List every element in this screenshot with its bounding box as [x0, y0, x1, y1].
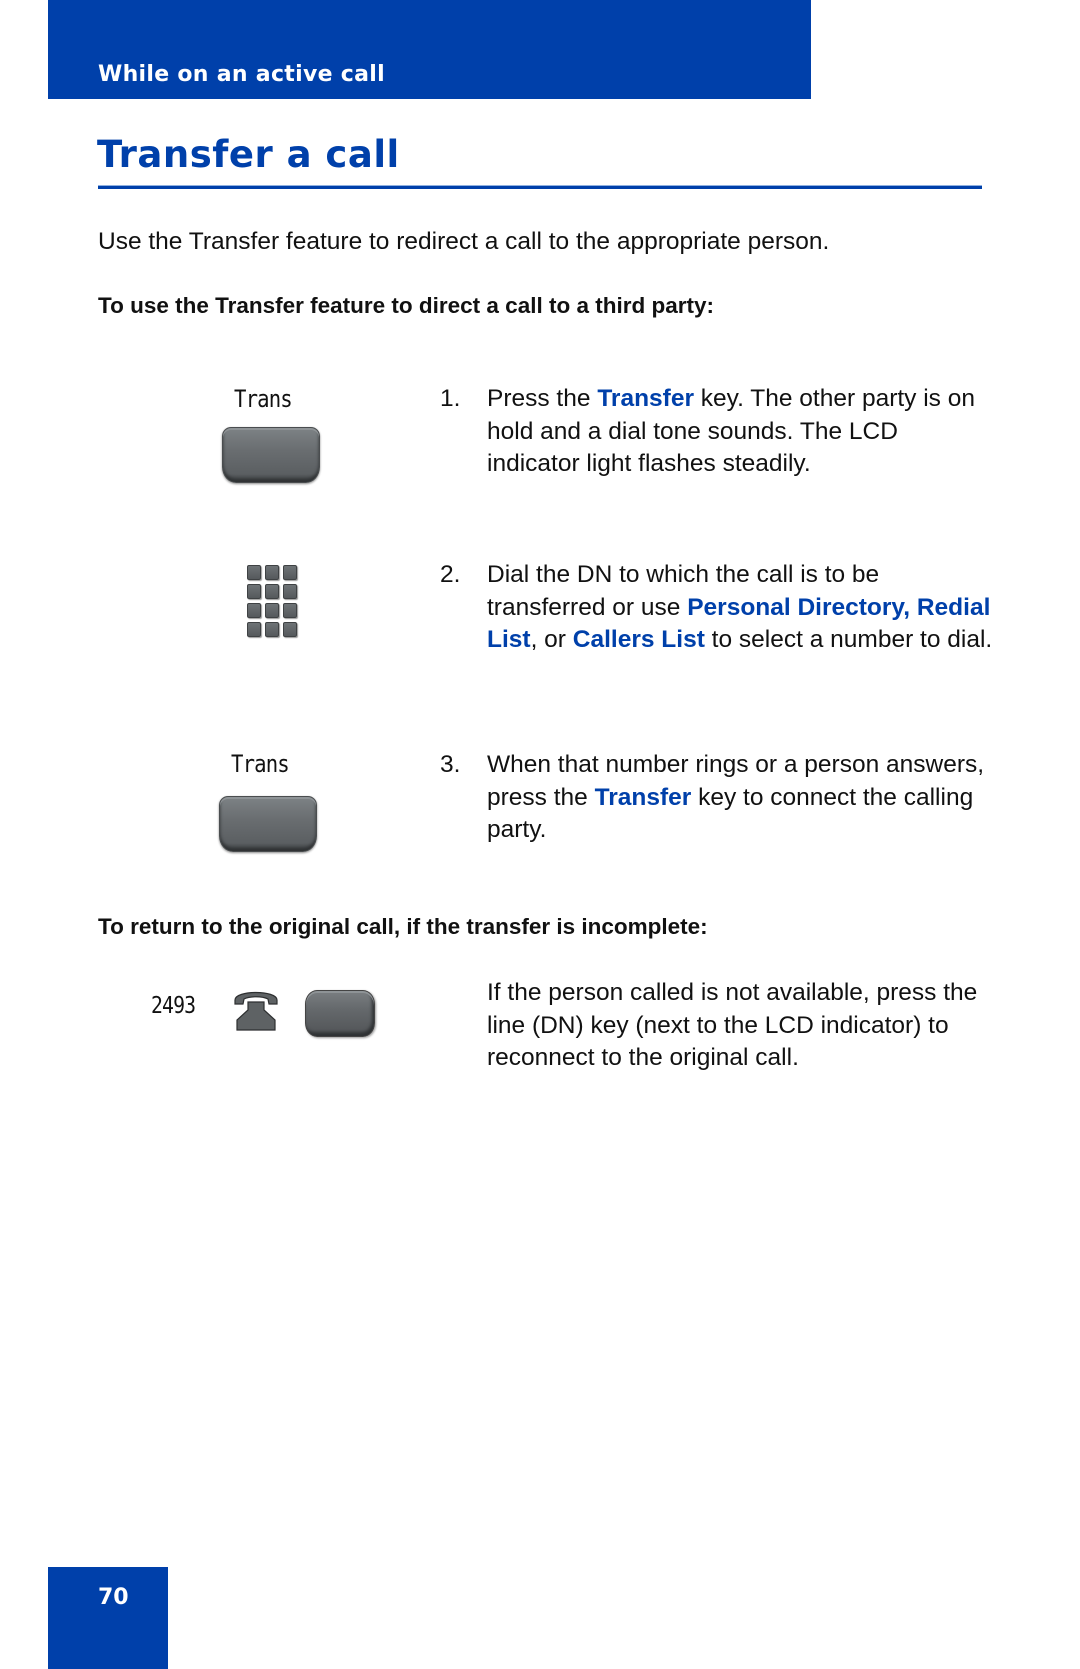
page-number-box [48, 1567, 168, 1669]
step-number: 1. [440, 385, 461, 412]
step-2-text: Dial the DN to which the call is to be t… [487, 559, 997, 657]
step-3-text: When that number rings or a person answe… [487, 749, 997, 847]
handset-icon [234, 991, 278, 1031]
step-text-fragment [910, 594, 917, 621]
page-number: 70 [98, 1585, 129, 1610]
step-text-fragment: to select a number to dial. [704, 626, 993, 653]
step-text-fragment: , or [530, 626, 573, 653]
dialpad-key-9 [283, 603, 297, 618]
dialpad-key-3 [283, 565, 297, 580]
procedure-heading-transfer: To use the Transfer feature to direct a … [98, 293, 714, 318]
feature-key-name: Personal Directory, [687, 593, 911, 621]
dialpad-key-star [247, 622, 261, 637]
step-number: 2. [440, 561, 461, 588]
dialpad-key-4 [247, 584, 261, 599]
transfer-softkey[interactable] [222, 427, 320, 483]
dialpad-key-8 [265, 603, 279, 618]
dialpad-key-hash [283, 622, 297, 637]
feature-key-name: Transfer [594, 783, 692, 811]
dialpad-key-6 [283, 584, 297, 599]
page-title: Transfer a call [97, 133, 400, 176]
return-instructions: If the person called is not available, p… [487, 979, 978, 1071]
dialpad-key-1 [247, 565, 261, 580]
softkey-label-trans: Trans [234, 385, 293, 413]
line-dn-key[interactable] [305, 990, 375, 1037]
softkey-label-trans: Trans [231, 750, 290, 778]
step-1-text: Press the Transfer key. The other party … [487, 383, 997, 481]
dialpad-key-7 [247, 603, 261, 618]
feature-key-name: Callers List [572, 626, 705, 653]
intro-paragraph: Use the Transfer feature to redirect a c… [98, 228, 830, 255]
feature-key-name: Transfer [597, 385, 694, 412]
procedure-heading-return: To return to the original call, if the t… [98, 914, 708, 939]
step-number: 3. [440, 751, 461, 778]
transfer-softkey[interactable] [219, 796, 317, 852]
dialpad-key-0 [265, 622, 279, 637]
dialpad-key-5 [265, 584, 279, 599]
step-text-fragment: Press the [487, 385, 598, 412]
section-label: While on an active call [98, 62, 385, 87]
dialpad-key-2 [265, 565, 279, 580]
title-divider [98, 186, 982, 189]
dialpad-icon [247, 565, 299, 639]
dn-label: 2493 [151, 993, 196, 1019]
